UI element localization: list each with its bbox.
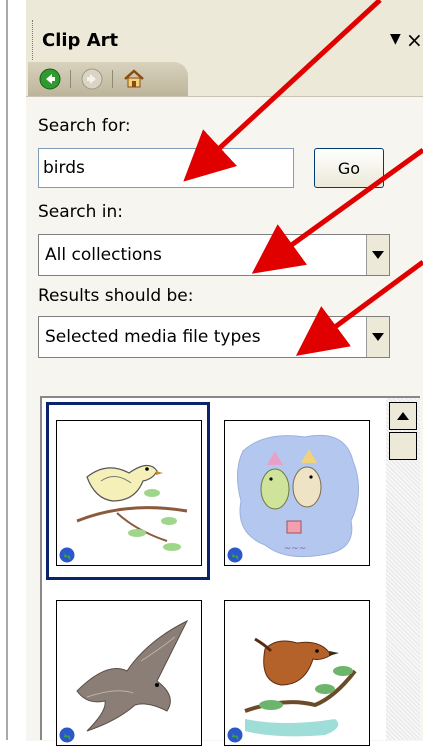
annotation-arrows bbox=[183, 0, 423, 356]
annotation-arrow bbox=[251, 147, 423, 274]
annotation-arrow bbox=[295, 259, 423, 356]
annotation-arrow bbox=[183, 0, 382, 182]
